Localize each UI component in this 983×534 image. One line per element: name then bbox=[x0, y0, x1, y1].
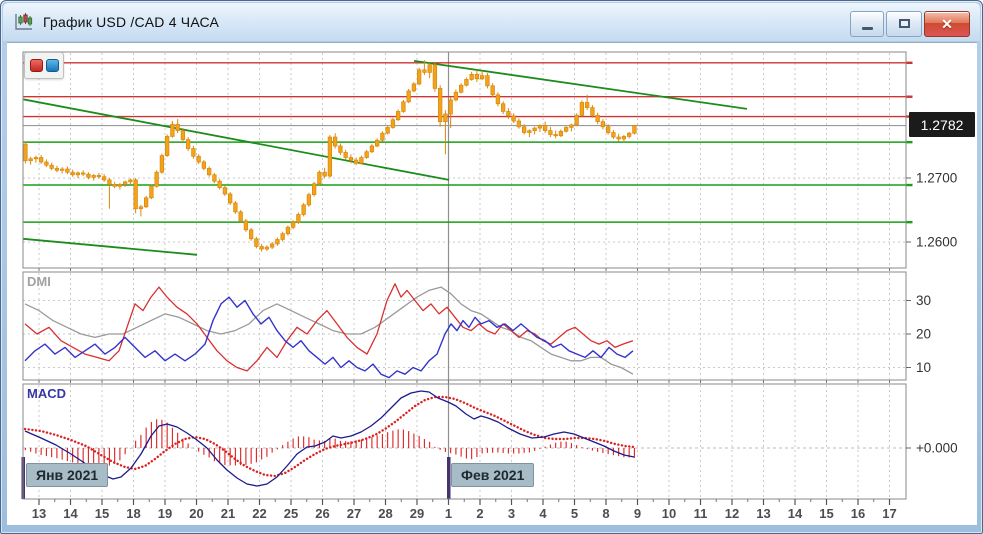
date-label: 3 bbox=[508, 506, 515, 521]
date-label: 15 bbox=[95, 506, 109, 521]
minimize-button[interactable] bbox=[850, 11, 884, 37]
date-label: 20 bbox=[189, 506, 203, 521]
date-label: 16 bbox=[851, 506, 865, 521]
minimize-icon bbox=[862, 27, 873, 30]
current-price-badge: 1.2782 bbox=[909, 112, 975, 137]
date-label: 13 bbox=[756, 506, 770, 521]
maximize-icon bbox=[899, 19, 910, 28]
date-label: 14 bbox=[63, 506, 78, 521]
trendline bbox=[414, 61, 747, 109]
date-label: 15 bbox=[819, 506, 833, 521]
close-button[interactable]: ✕ bbox=[924, 11, 970, 37]
price-tick-label: 1.2600 bbox=[916, 235, 957, 250]
date-label: 18 bbox=[126, 506, 140, 521]
date-label: 14 bbox=[788, 506, 803, 521]
macd-tick-label: +0.000 bbox=[916, 441, 958, 456]
month-label-jan: Янв 2021 bbox=[26, 463, 108, 487]
chart-surface: 1.27001.2600302010+0.0001314151819202122… bbox=[7, 42, 977, 525]
blue-marker-button[interactable] bbox=[46, 59, 59, 72]
date-label: 28 bbox=[378, 506, 392, 521]
window-controls: ✕ bbox=[850, 11, 970, 37]
macd-panel-title: MACD bbox=[27, 386, 66, 401]
red-marker-button[interactable] bbox=[30, 59, 43, 72]
window-titlebar[interactable]: График USD /CAD 4 ЧАСА ✕ bbox=[3, 3, 980, 41]
month-label-feb: Фев 2021 bbox=[451, 463, 534, 487]
plus-di-line bbox=[25, 284, 633, 371]
date-label: 25 bbox=[284, 506, 298, 521]
date-label: 10 bbox=[662, 506, 676, 521]
date-label: 8 bbox=[602, 506, 609, 521]
app-window: График USD /CAD 4 ЧАСА ✕ 1.2700 1.2600 30 2… bbox=[0, 0, 983, 534]
dmi-tick-label: 30 bbox=[916, 293, 931, 308]
date-label: 27 bbox=[347, 506, 361, 521]
date-label: 4 bbox=[539, 506, 547, 521]
date-label: 1 bbox=[445, 506, 452, 521]
window-title: График USD /CAD 4 ЧАСА bbox=[43, 14, 219, 30]
dmi-panel-title: DMI bbox=[27, 274, 51, 289]
minus-di-line bbox=[25, 297, 633, 378]
dmi-tick-label: 20 bbox=[916, 327, 931, 342]
dmi-panel[interactable] bbox=[25, 284, 633, 378]
date-label: 5 bbox=[571, 506, 578, 521]
date-label: 12 bbox=[725, 506, 739, 521]
price-tick-label: 1.2700 bbox=[916, 171, 957, 186]
dmi-tick-label: 10 bbox=[916, 360, 931, 375]
date-label: 17 bbox=[882, 506, 896, 521]
date-label: 13 bbox=[32, 506, 46, 521]
date-label: 29 bbox=[410, 506, 424, 521]
date-label: 11 bbox=[694, 506, 708, 521]
date-label: 26 bbox=[315, 506, 329, 521]
price-panel[interactable] bbox=[23, 60, 906, 255]
chart-canvas[interactable]: 1.27001.2600302010+0.0001314151819202122… bbox=[7, 43, 977, 526]
month-start-bar-feb bbox=[447, 457, 451, 499]
date-label: 21 bbox=[221, 506, 235, 521]
date-label: 19 bbox=[158, 506, 172, 521]
trendline bbox=[23, 239, 197, 255]
date-label: 22 bbox=[252, 506, 266, 521]
chart-toolbar bbox=[24, 52, 64, 79]
date-label: 9 bbox=[634, 506, 641, 521]
date-label: 2 bbox=[476, 506, 483, 521]
close-icon: ✕ bbox=[925, 12, 969, 36]
maximize-button[interactable] bbox=[886, 11, 922, 37]
candlestick-chart-icon bbox=[13, 12, 35, 32]
